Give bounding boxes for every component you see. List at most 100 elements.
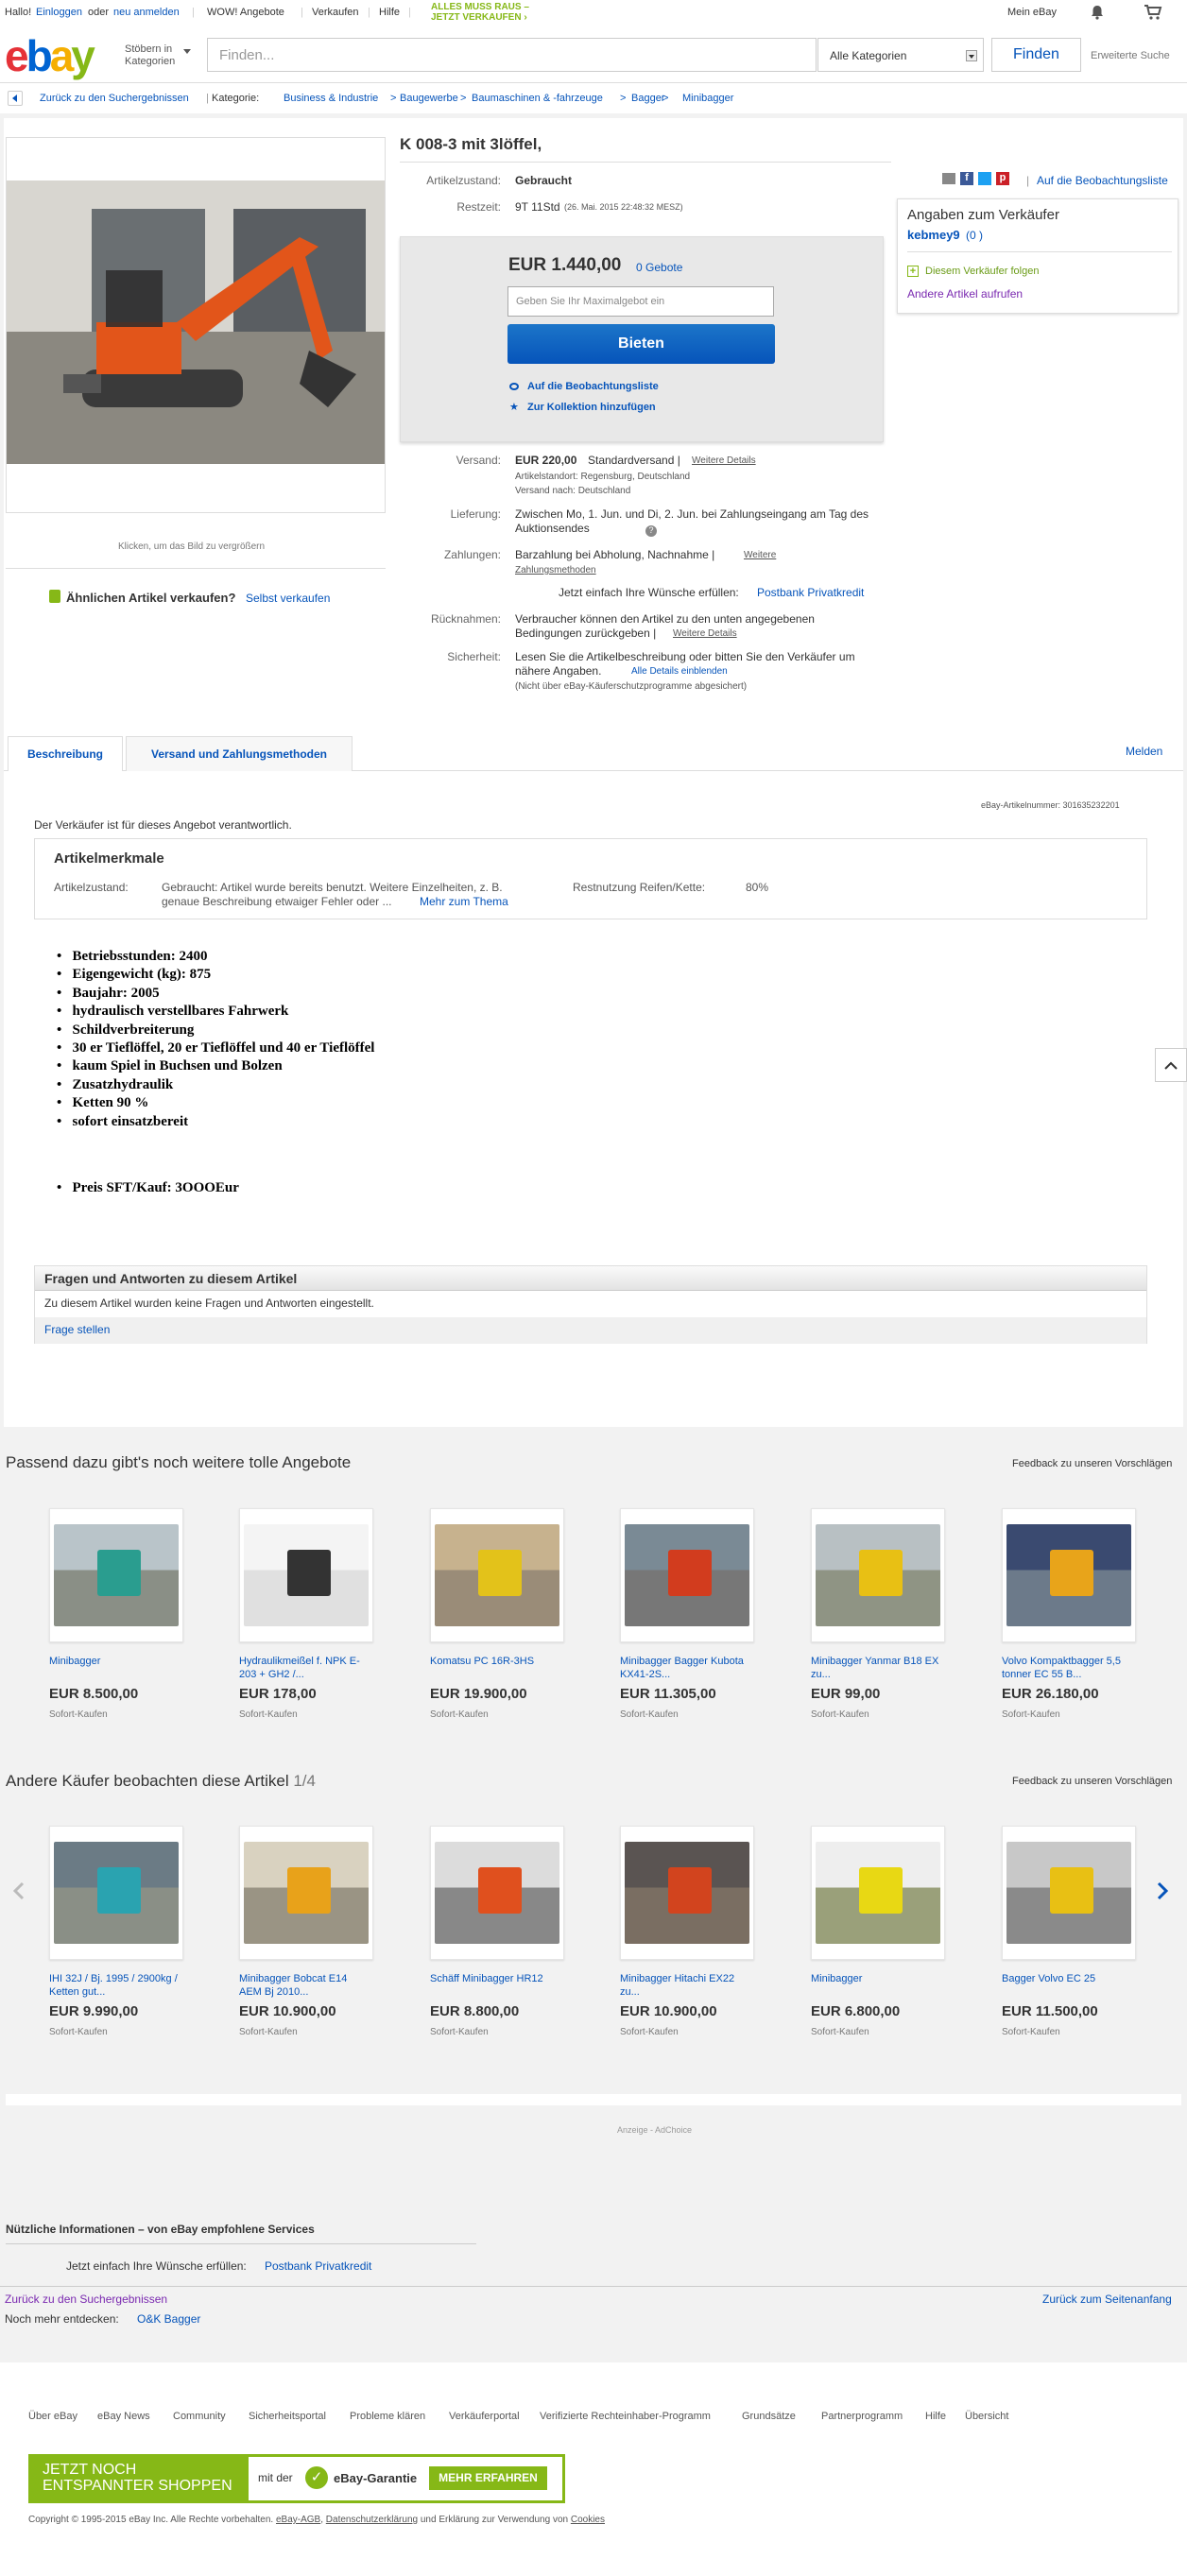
back-to-top-link[interactable]: Zurück zum Seitenanfang (1042, 2293, 1172, 2306)
find-button[interactable]: Finden (991, 38, 1081, 72)
footer-link[interactable]: Über eBay (28, 2411, 77, 2422)
product-card[interactable] (811, 1826, 945, 1960)
watch-link[interactable]: Auf die Beobachtungsliste (527, 381, 659, 392)
wow-link[interactable]: WOW! Angebote (207, 7, 284, 18)
footer-link[interactable]: Community (173, 2411, 226, 2422)
plus-icon[interactable]: + (907, 266, 919, 277)
register-link[interactable]: neu anmelden (113, 7, 180, 18)
promo-banner[interactable]: ALLES MUSS RAUS – JETZT VERKAUFEN › (431, 2, 529, 23)
help-link[interactable]: Hilfe (379, 7, 400, 18)
search-input[interactable]: Finden... (207, 38, 817, 72)
cookies-link[interactable]: Cookies (571, 2515, 605, 2525)
product-image[interactable] (1006, 1524, 1131, 1626)
footer-link[interactable]: Verifizierte Rechteinhaber-Programm (540, 2411, 711, 2422)
product-card[interactable] (620, 1826, 754, 1960)
ebay-logo[interactable]: ebay (5, 34, 95, 77)
bottom-back-link[interactable]: Zurück zu den Suchergebnissen (5, 2293, 167, 2306)
carousel-prev-icon[interactable] (13, 1881, 25, 1900)
product-title[interactable]: Minibagger Hitachi EX22 zu... (620, 1972, 752, 1999)
product-title[interactable]: Minibagger Yanmar B18 EX zu... (811, 1655, 943, 1681)
product-image[interactable] (816, 1842, 940, 1944)
watchlist-link-top[interactable]: Auf die Beobachtungsliste (1037, 174, 1168, 187)
product-card[interactable] (49, 1508, 183, 1642)
bids-link[interactable]: 0 Gebote (636, 261, 682, 274)
footer-link[interactable]: Hilfe (925, 2411, 946, 2422)
cart-icon[interactable] (1144, 4, 1162, 21)
product-title[interactable]: Bagger Volvo EC 25 (1002, 1972, 1134, 1985)
browse-categories[interactable]: Stöbern in Kategorien (125, 43, 175, 68)
follow-seller-link[interactable]: Diesem Verkäufer folgen (925, 266, 1039, 277)
product-title[interactable]: Hydraulikmeißel f. NPK E-203 + GH2 /... (239, 1655, 371, 1681)
product-image[interactable] (1006, 1842, 1131, 1944)
product-title[interactable]: IHI 32J / Bj. 1995 / 2900kg / Ketten gut… (49, 1972, 181, 1999)
bc-baumaschinen[interactable]: Baumaschinen & -fahrzeuge (472, 93, 603, 104)
ask-question-link[interactable]: Frage stellen (44, 1323, 110, 1336)
product-title[interactable]: Komatsu PC 16R-3HS (430, 1655, 562, 1668)
sell-link[interactable]: Verkaufen (312, 7, 359, 18)
product-image[interactable] (244, 1842, 369, 1944)
product-card[interactable] (430, 1826, 564, 1960)
bc-minibagger[interactable]: Minibagger (682, 93, 733, 104)
bid-button[interactable]: Bieten (507, 324, 775, 364)
more-discover-link[interactable]: O&K Bagger (137, 2312, 200, 2326)
back-arrow-icon[interactable] (8, 91, 23, 106)
product-title[interactable]: Minibagger (49, 1655, 181, 1668)
reco2-feedback[interactable]: Feedback zu unseren Vorschlägen (1012, 1776, 1172, 1787)
report-link[interactable]: Melden (1126, 745, 1162, 758)
sell-yourself-link[interactable]: Selbst verkaufen (246, 592, 330, 605)
product-card[interactable] (239, 1826, 373, 1960)
main-image-frame[interactable] (6, 137, 386, 513)
product-card[interactable] (1002, 1826, 1136, 1960)
agb-link[interactable]: eBay-AGB (276, 2515, 320, 2525)
seller-name[interactable]: kebmey9 (907, 228, 960, 242)
product-title[interactable]: Minibagger Bagger Kubota KX41-2S... (620, 1655, 752, 1681)
product-card[interactable] (1002, 1508, 1136, 1642)
seller-score[interactable]: (0 ) (966, 229, 983, 242)
useful-link[interactable]: Postbank Privatkredit (265, 2259, 371, 2273)
product-image[interactable] (244, 1524, 369, 1626)
product-image[interactable] (54, 1524, 179, 1626)
product-image[interactable] (816, 1524, 940, 1626)
ad-label[interactable]: Anzeige - AdChoice (617, 2125, 692, 2135)
product-title[interactable]: Schäff Minibagger HR12 (430, 1972, 562, 1985)
bell-icon[interactable] (1090, 5, 1105, 20)
footer-link[interactable]: Grundsätze (742, 2411, 796, 2422)
footer-link[interactable]: eBay News (97, 2411, 150, 2422)
footer-link[interactable]: Verkäuferportal (449, 2411, 520, 2422)
reco1-feedback[interactable]: Feedback zu unseren Vorschlägen (1012, 1458, 1172, 1469)
payment-more-link[interactable]: Weitere Zahlungsmethoden (515, 548, 789, 578)
product-card[interactable] (49, 1826, 183, 1960)
product-image[interactable] (435, 1524, 559, 1626)
category-select[interactable]: Alle Kategorien (817, 38, 984, 72)
facebook-icon[interactable]: f (960, 172, 973, 185)
product-image[interactable] (625, 1842, 749, 1944)
guarantee-banner[interactable]: JETZT NOCH ENTSPANNTER SHOPPEN mit der ✓… (28, 2454, 565, 2503)
max-bid-input[interactable]: Geben Sie Ihr Maximalgebot ein (507, 286, 774, 317)
my-ebay-link[interactable]: Mein eBay (1007, 7, 1057, 18)
scroll-top-button[interactable] (1155, 1048, 1187, 1082)
back-to-results-link[interactable]: Zurück zu den Suchergebnissen (40, 93, 189, 104)
bc-business[interactable]: Business & Industrie (284, 93, 378, 104)
product-card[interactable] (811, 1508, 945, 1642)
cond-more-link[interactable]: Mehr zum Thema (420, 895, 508, 908)
login-link[interactable]: Einloggen (36, 7, 82, 18)
tab-description[interactable]: Beschreibung (8, 736, 123, 771)
twitter-icon[interactable] (978, 172, 991, 185)
product-card[interactable] (430, 1508, 564, 1642)
privacy-link[interactable]: Datenschutzerklärung (326, 2515, 418, 2525)
main-image[interactable] (7, 180, 385, 464)
credit-link[interactable]: Postbank Privatkredit (757, 586, 864, 599)
product-card[interactable] (239, 1508, 373, 1642)
product-image[interactable] (54, 1842, 179, 1944)
product-card[interactable] (620, 1508, 754, 1642)
pinterest-icon[interactable]: p (996, 172, 1009, 185)
info-icon[interactable]: ? (645, 525, 657, 537)
returns-details-link[interactable]: Weitere Details (673, 628, 737, 639)
product-image[interactable] (625, 1524, 749, 1626)
footer-link[interactable]: Probleme klären (350, 2411, 425, 2422)
email-icon[interactable] (942, 173, 955, 184)
bc-baugewerbe[interactable]: Baugewerbe (400, 93, 458, 104)
advanced-search-link[interactable]: Erweiterte Suche (1091, 50, 1170, 61)
product-title[interactable]: Volvo Kompaktbagger 5,5 tonner EC 55 B..… (1002, 1655, 1134, 1681)
product-title[interactable]: Minibagger Bobcat E14 AEM Bj 2010... (239, 1972, 371, 1999)
